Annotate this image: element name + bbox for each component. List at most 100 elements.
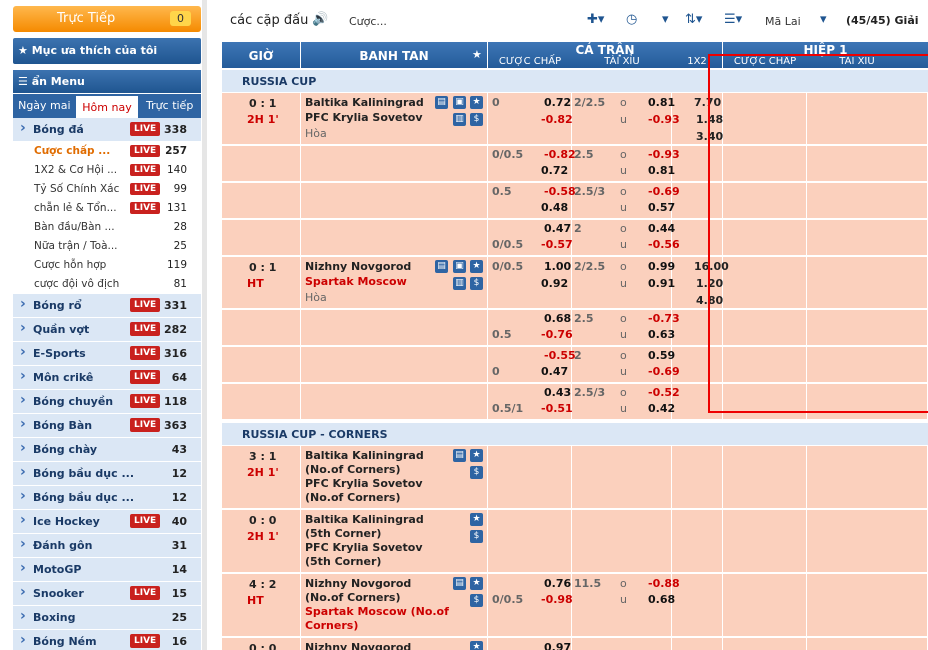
odds-under[interactable]: 0.57: [648, 201, 675, 214]
live-now-button[interactable]: Trực Tiếp 0: [13, 6, 201, 32]
stats-icon[interactable]: ▤: [435, 260, 448, 273]
favorite-star-icon[interactable]: ★: [470, 577, 483, 590]
odds-home[interactable]: 0.72: [544, 96, 571, 109]
sidebar-sport-item[interactable]: Bóng đá LIVE338: [13, 118, 201, 142]
odds-over[interactable]: -0.88: [648, 577, 680, 590]
cashout-icon[interactable]: $: [470, 466, 483, 479]
odds-under[interactable]: 0.81: [648, 164, 675, 177]
odds-over[interactable]: -0.93: [648, 148, 680, 161]
add-icon[interactable]: ✚▾: [587, 12, 604, 27]
cashout-icon[interactable]: $: [470, 277, 483, 290]
clock-icon[interactable]: ◷: [626, 12, 637, 27]
odds-home[interactable]: 0.76: [544, 577, 571, 590]
odds-home[interactable]: -0.55: [544, 349, 576, 362]
stats-icon[interactable]: ▤: [453, 449, 466, 462]
sidebar-subitem[interactable]: Cược hỗn hợp 119: [13, 256, 201, 275]
sort-icon[interactable]: ⇅▾: [685, 12, 702, 27]
home-team[interactable]: Baltika Kaliningrad: [305, 449, 424, 462]
odds-home[interactable]: -0.58: [544, 185, 576, 198]
odds-away[interactable]: -0.82: [541, 113, 573, 126]
tab-today[interactable]: Hôm nay: [75, 96, 139, 118]
odds-under[interactable]: -0.69: [648, 365, 680, 378]
sidebar-sport-item[interactable]: Đánh gôn 31: [13, 534, 201, 558]
away-team[interactable]: PFC Krylia Sovetov: [305, 541, 423, 554]
speaker-icon[interactable]: 🔊: [312, 12, 328, 27]
odds-dropdown-icon[interactable]: ▾: [820, 12, 827, 27]
home-team[interactable]: Baltika Kaliningrad: [305, 96, 424, 109]
odds-over[interactable]: 0.99: [648, 260, 675, 273]
odds-home[interactable]: 0.68: [544, 312, 571, 325]
list-view-icon[interactable]: ☰▾: [724, 12, 742, 27]
odds-home[interactable]: 0.47: [544, 222, 571, 235]
sidebar-sport-item[interactable]: Bóng Bàn LIVE363: [13, 414, 201, 438]
sidebar-sport-item[interactable]: E-Sports LIVE316: [13, 342, 201, 366]
bet-type-select[interactable]: Cược...: [349, 15, 387, 28]
sidebar-subitem[interactable]: Tỷ Số Chính Xác LIVE 99: [13, 180, 201, 199]
odds-away[interactable]: 0.72: [541, 164, 568, 177]
sidebar-scrollbar[interactable]: [202, 0, 207, 650]
home-team[interactable]: Nizhny Novgorod: [305, 641, 411, 650]
favorites-bar[interactable]: ★ Mục ưa thích của tôi: [13, 38, 201, 64]
odds-away[interactable]: -0.76: [541, 328, 573, 341]
tab-live[interactable]: Trực tiếp: [138, 94, 201, 118]
sidebar-sport-item[interactable]: Ice Hockey LIVE 40: [13, 510, 201, 534]
sidebar-subitem[interactable]: chẵn lẻ & Tổn... LIVE 131: [13, 199, 201, 218]
home-team[interactable]: Nizhny Novgorod: [305, 577, 411, 590]
favorite-star-icon[interactable]: ★: [470, 513, 483, 526]
odds-over[interactable]: 0.44: [648, 222, 675, 235]
sidebar-sport-item[interactable]: Môn crikê LIVE 64: [13, 366, 201, 390]
favorite-star-icon[interactable]: ★: [470, 260, 483, 273]
cashout-icon[interactable]: $: [470, 594, 483, 607]
odds-home[interactable]: 0.97: [544, 641, 571, 650]
chevron-down-icon[interactable]: ▾: [662, 12, 669, 27]
chart-icon[interactable]: ▥: [453, 113, 466, 126]
odds-away[interactable]: -0.98: [541, 593, 573, 606]
away-team[interactable]: PFC Krylia Sovetov: [305, 111, 423, 124]
stats-icon[interactable]: ▤: [453, 577, 466, 590]
cashout-icon[interactable]: $: [470, 113, 483, 126]
sidebar-sport-item[interactable]: Bóng rổ LIVE331: [13, 294, 201, 318]
sidebar-sport-item[interactable]: Bóng bầu dục ... 12: [13, 486, 201, 510]
favorite-star-icon[interactable]: ★: [470, 96, 483, 109]
away-team[interactable]: PFC Krylia Sovetov: [305, 477, 423, 490]
odds-away[interactable]: -0.57: [541, 238, 573, 251]
sidebar-sport-item[interactable]: Snooker LIVE 15: [13, 582, 201, 606]
odds-away[interactable]: -0.51: [541, 402, 573, 415]
odds-over[interactable]: 0.81: [648, 96, 675, 109]
odds-under[interactable]: 0.68: [648, 593, 675, 606]
sidebar-sport-item[interactable]: Bóng Ném LIVE 16: [13, 630, 201, 650]
odds-under[interactable]: -0.93: [648, 113, 680, 126]
sidebar-sport-item[interactable]: Quần vợt LIVE282: [13, 318, 201, 342]
sidebar-sport-item[interactable]: Bóng bầu dục ... 12: [13, 462, 201, 486]
sidebar-subitem[interactable]: cược đội vô địch 81: [13, 275, 201, 294]
odds-away[interactable]: 0.92: [541, 277, 568, 290]
stats-icon[interactable]: ▤: [435, 96, 448, 109]
sidebar-sport-item[interactable]: Bóng chuyền LIVE118: [13, 390, 201, 414]
odds-away[interactable]: 0.48: [541, 201, 568, 214]
odds-home[interactable]: 1.00: [544, 260, 571, 273]
sidebar-sport-item[interactable]: Boxing 25: [13, 606, 201, 630]
odds-type-select[interactable]: Mã Lai: [765, 15, 801, 28]
odds-away[interactable]: 0.47: [541, 365, 568, 378]
sidebar-subitem[interactable]: 1X2 & Cơ Hội ... LIVE 140: [13, 161, 201, 180]
odds-over[interactable]: -0.69: [648, 185, 680, 198]
sidebar-subitem[interactable]: Cược chấp ... LIVE 257: [13, 142, 201, 161]
odds-over[interactable]: -0.52: [648, 386, 680, 399]
odds-home[interactable]: 0.43: [544, 386, 571, 399]
away-team[interactable]: Spartak Moscow: [305, 275, 407, 288]
odds-under[interactable]: 0.42: [648, 402, 675, 415]
favorite-star-icon[interactable]: ★: [470, 641, 483, 650]
tv-icon[interactable]: ▣: [453, 260, 466, 273]
away-team[interactable]: Spartak Moscow (No.of: [305, 605, 449, 618]
odds-under[interactable]: 0.91: [648, 277, 675, 290]
sidebar-sport-item[interactable]: Bóng chày 43: [13, 438, 201, 462]
favorite-star-icon[interactable]: ★: [470, 449, 483, 462]
sidebar-sport-item[interactable]: MotoGP 14: [13, 558, 201, 582]
odds-over[interactable]: -0.73: [648, 312, 680, 325]
odds-home[interactable]: -0.82: [544, 148, 576, 161]
sidebar-subitem[interactable]: Bàn đầu/Bàn ... 28: [13, 218, 201, 237]
tab-tomorrow[interactable]: Ngày mai: [13, 94, 76, 118]
favorite-column-icon[interactable]: ★: [472, 48, 482, 61]
odds-over[interactable]: 0.59: [648, 349, 675, 362]
odds-under[interactable]: -0.56: [648, 238, 680, 251]
